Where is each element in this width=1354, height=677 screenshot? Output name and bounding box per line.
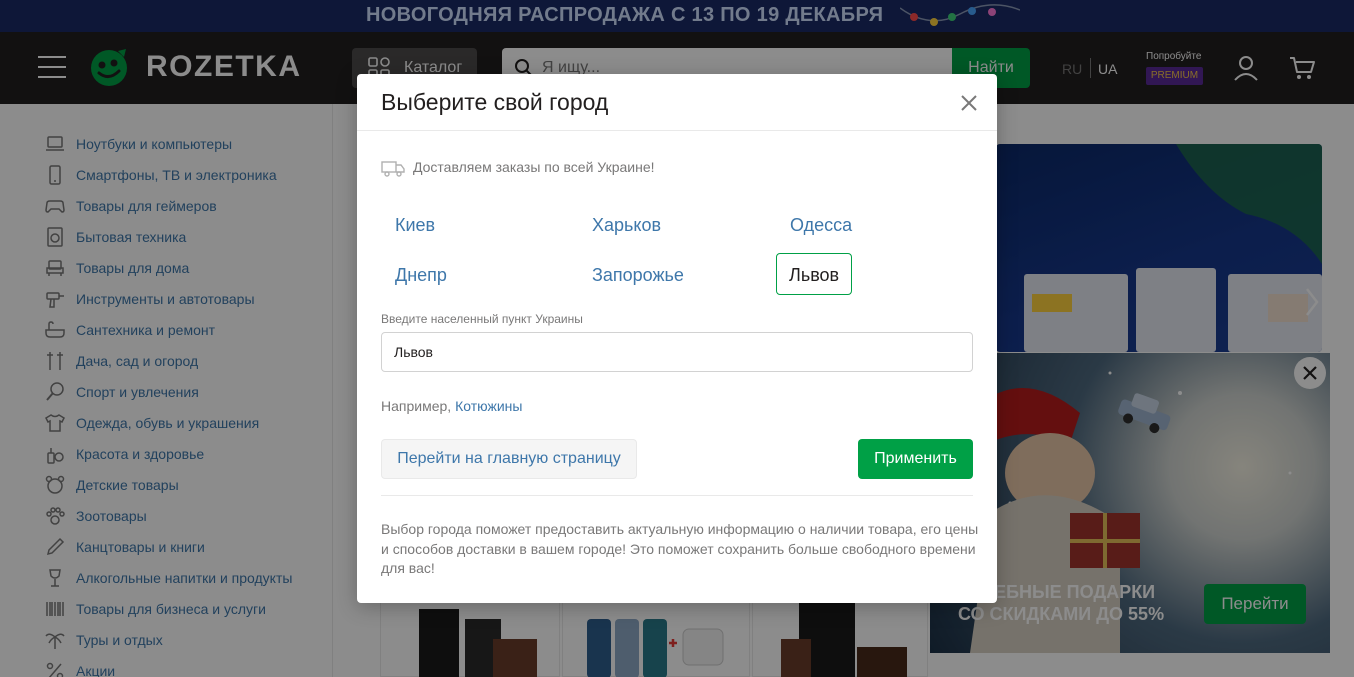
delivery-truck-icon — [381, 161, 405, 177]
city-option-lviv[interactable]: Львов — [776, 253, 853, 295]
modal-header: Выберите свой город — [357, 74, 997, 131]
city-option-kyiv[interactable]: Киев — [382, 203, 448, 245]
modal-title: Выберите свой город — [381, 89, 609, 115]
city-select-modal: Выберите свой город Доставляем заказы по… — [357, 74, 997, 603]
delivery-text: Доставляем заказы по всей Украине! — [413, 159, 655, 175]
modal-divider — [381, 495, 973, 496]
apply-button[interactable]: Применить — [858, 439, 973, 479]
example-prefix: Например, — [381, 398, 452, 414]
city-input-value: Львов — [394, 344, 433, 360]
city-option-dnipro[interactable]: Днепр — [382, 253, 460, 295]
example-city-link[interactable]: Котюжины — [455, 398, 522, 414]
example-hint: Например, Котюжины — [381, 398, 522, 414]
city-option-zaporizhzhia[interactable]: Запорожье — [579, 253, 697, 295]
go-home-button[interactable]: Перейти на главную страницу — [381, 439, 637, 479]
close-icon[interactable] — [958, 92, 980, 114]
city-input-label: Введите населенный пункт Украины — [381, 312, 583, 326]
city-option-kharkiv[interactable]: Харьков — [579, 203, 674, 245]
city-search-input[interactable]: Львов — [381, 332, 973, 372]
city-option-odesa[interactable]: Одесса — [777, 203, 865, 245]
city-info-text: Выбор города поможет предоставить актуал… — [381, 521, 979, 576]
